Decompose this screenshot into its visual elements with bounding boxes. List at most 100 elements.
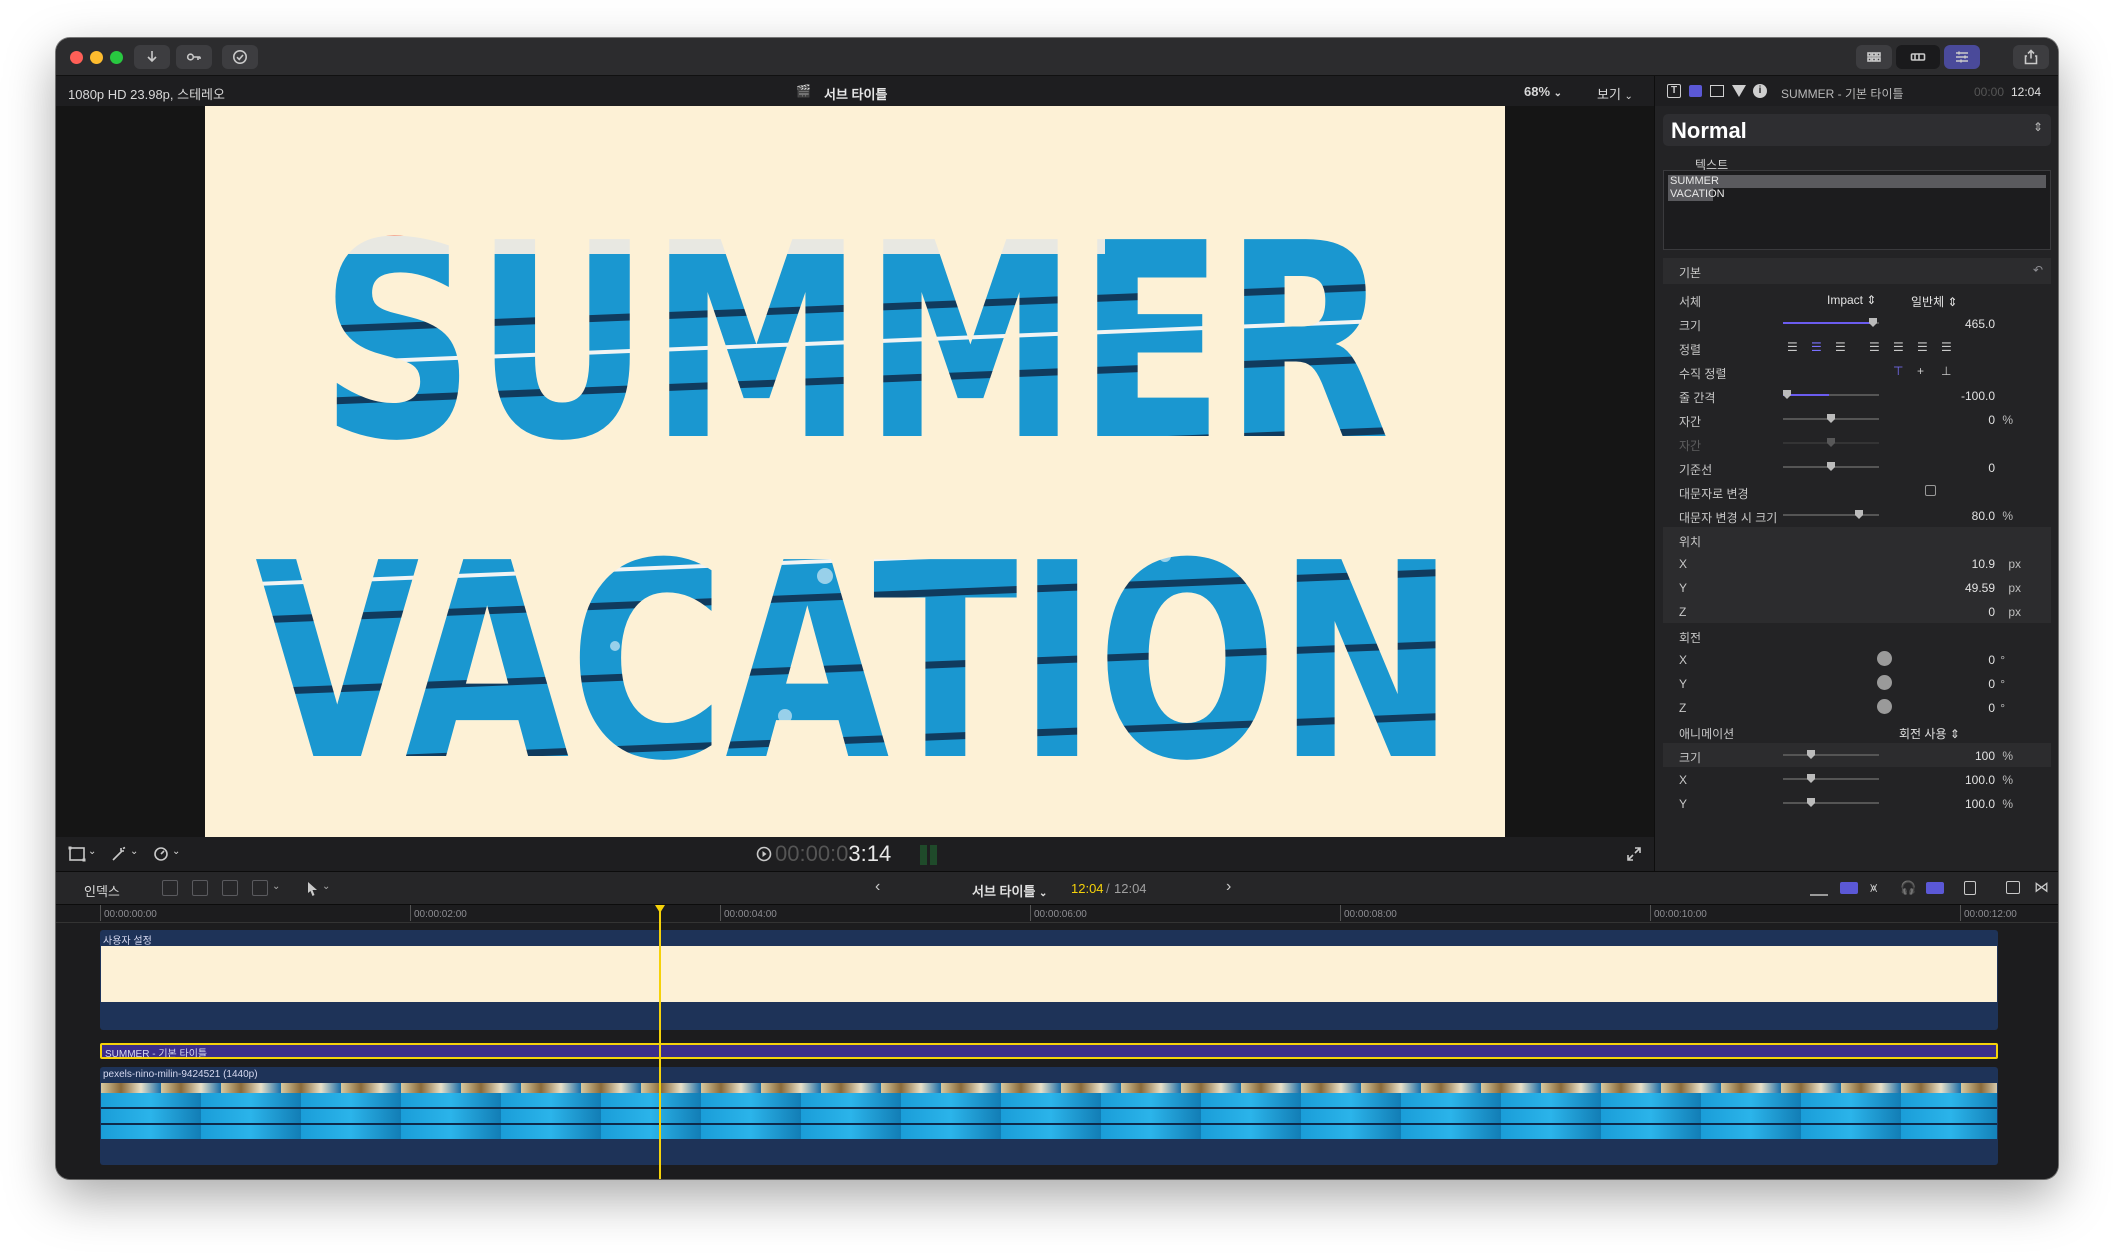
scale-slider[interactable]	[1783, 750, 1879, 759]
scale-value[interactable]: 100	[1975, 749, 1995, 763]
keywords-button[interactable]	[176, 45, 212, 69]
share-button[interactable]	[2013, 45, 2049, 69]
rotation-x-value[interactable]: 0	[1988, 653, 1995, 667]
snapping-icon[interactable]	[1840, 882, 1858, 894]
chevron-down-icon[interactable]: ⌄	[322, 881, 330, 892]
timeline[interactable]: 00:00:00:00 00:00:02:00 00:00:04:00 00:00:0…	[56, 905, 2058, 1179]
timecode-display[interactable]: 00:00:0 3:14	[756, 841, 891, 867]
timeline-ruler[interactable]: 00:00:00:00 00:00:02:00 00:00:04:00 00:00:0…	[56, 905, 2058, 923]
rotation-z-label: Z	[1679, 701, 1687, 715]
project-name-menu[interactable]: 서브 타이틀 ⌄	[972, 881, 1047, 900]
basic-section-header[interactable]: 기본 ↶	[1663, 258, 2051, 284]
position-z-value[interactable]: 0	[1988, 605, 1995, 619]
title-clip[interactable]: SUMMER - 기본 타이틀	[100, 1043, 1998, 1059]
position-y-value[interactable]: 49.59	[1965, 581, 1995, 595]
video-clip[interactable]: pexels-nino-milin-9424521 (1440p)	[100, 1067, 1998, 1165]
tracking-slider[interactable]	[1783, 414, 1879, 423]
rotation-label: 회전	[1679, 631, 1702, 645]
solo-icon[interactable]	[1926, 882, 1944, 894]
rotation-y-dial-icon[interactable]	[1877, 675, 1892, 690]
scale-x-slider[interactable]	[1783, 774, 1879, 783]
font-style-popup[interactable]: 일반체 ⇕	[1911, 293, 1958, 310]
title-inspector-icon[interactable]	[1689, 85, 1702, 97]
fullscreen-icon[interactable]	[1626, 846, 1642, 862]
zoom-window-button[interactable]	[110, 51, 123, 64]
ruler-tick-mark	[1030, 905, 1031, 921]
custom-clip[interactable]: 사용자 설정	[100, 930, 1998, 1030]
chevron-down-icon[interactable]: ⌄	[88, 846, 96, 857]
browser-toggle-button[interactable]	[1856, 45, 1892, 69]
tracking-value[interactable]: 0	[1988, 413, 1995, 427]
viewer[interactable]: SUMMER VACATION	[56, 106, 1654, 837]
audio-skimming-icon[interactable]: ⩙	[1870, 880, 1877, 896]
scale-x-value[interactable]: 100.0	[1965, 773, 1995, 787]
video-inspector-icon[interactable]	[1710, 85, 1724, 97]
close-window-button[interactable]	[70, 51, 83, 64]
align-center-icon[interactable]: ☰	[1811, 340, 1822, 354]
align-right-icon[interactable]: ☰	[1835, 340, 1846, 354]
size-slider[interactable]	[1783, 318, 1879, 327]
reset-icon[interactable]: ↶	[2033, 263, 2043, 277]
size-value[interactable]: 465.0	[1965, 317, 1995, 331]
baseline-slider[interactable]	[1783, 462, 1879, 471]
chevron-down-icon[interactable]: ⌄	[272, 881, 280, 892]
info-icon[interactable]: i	[1753, 84, 1767, 98]
effects-browser-icon[interactable]	[2006, 881, 2020, 894]
scale-y-slider[interactable]	[1783, 798, 1879, 807]
arrow-pointer-icon[interactable]	[306, 881, 320, 897]
all-caps-size-slider[interactable]	[1783, 510, 1879, 519]
ruler-tick-mark	[1340, 905, 1341, 921]
valign-top-icon[interactable]: ⊤	[1893, 364, 1903, 378]
valign-middle-icon[interactable]: +	[1917, 364, 1924, 378]
speed-gauge-icon[interactable]	[152, 846, 170, 862]
inspector-toggle-button[interactable]	[1944, 45, 1980, 69]
transitions-browser-icon[interactable]: ⋈	[2034, 878, 2049, 896]
headphones-icon[interactable]: 🎧	[1900, 880, 1916, 896]
playhead[interactable]	[659, 905, 661, 1179]
video-canvas[interactable]: SUMMER VACATION	[205, 106, 1505, 837]
transform-icon[interactable]	[68, 846, 86, 862]
insert-clip-icon[interactable]	[192, 880, 208, 896]
all-caps-checkbox[interactable]	[1925, 485, 1936, 496]
timeline-toggle-button[interactable]	[1896, 45, 1940, 69]
color-inspector-icon[interactable]	[1732, 85, 1746, 97]
align-left-icon[interactable]: ☰	[1787, 340, 1798, 354]
justify-full-icon[interactable]: ☰	[1941, 340, 1952, 354]
text-inspector-icon[interactable]: T	[1667, 84, 1681, 98]
clip-appearance-icon[interactable]	[1964, 881, 1976, 895]
preset-selector[interactable]: Normal ⇕	[1663, 114, 2051, 146]
chevron-down-icon[interactable]: ⌄	[130, 846, 138, 857]
animation-popup[interactable]: 회전 사용 ⇕	[1899, 725, 1960, 742]
all-caps-size-value[interactable]: 80.0	[1972, 509, 1995, 523]
font-label: 서체	[1679, 295, 1702, 309]
valign-bottom-icon[interactable]: ⊥	[1941, 364, 1951, 378]
line-spacing-slider[interactable]	[1783, 390, 1879, 399]
connect-clip-icon[interactable]	[162, 880, 178, 896]
justify-left-icon[interactable]: ☰	[1869, 340, 1880, 354]
line-spacing-value[interactable]: -100.0	[1961, 389, 1995, 403]
skimming-icon[interactable]	[1810, 880, 1828, 896]
position-x-value[interactable]: 10.9	[1972, 557, 1995, 571]
chevron-down-icon[interactable]: ⌄	[172, 846, 180, 857]
forward-arrow-icon[interactable]: ›	[1226, 878, 1231, 896]
rotation-y-value[interactable]: 0	[1988, 677, 1995, 691]
baseline-value[interactable]: 0	[1988, 461, 1995, 475]
scale-y-value[interactable]: 100.0	[1965, 797, 1995, 811]
zoom-menu[interactable]: 68% ⌄	[1524, 84, 1562, 99]
justify-center-icon[interactable]: ☰	[1893, 340, 1904, 354]
background-tasks-button[interactable]	[222, 45, 258, 69]
font-family-popup[interactable]: Impact ⇕	[1827, 293, 1876, 307]
minimize-window-button[interactable]	[90, 51, 103, 64]
index-button[interactable]: 인덱스	[84, 881, 120, 900]
rotation-x-dial-icon[interactable]	[1877, 651, 1892, 666]
rotation-z-value[interactable]: 0	[1988, 701, 1995, 715]
text-entry-field[interactable]: SUMMER VACATION	[1663, 170, 2051, 250]
justify-right-icon[interactable]: ☰	[1917, 340, 1928, 354]
view-menu[interactable]: 보기 ⌄	[1597, 84, 1633, 103]
import-button[interactable]	[134, 45, 170, 69]
back-arrow-icon[interactable]: ‹	[875, 878, 880, 896]
append-clip-icon[interactable]	[222, 880, 238, 896]
overwrite-clip-icon[interactable]	[252, 880, 268, 896]
enhance-wand-icon[interactable]	[110, 846, 128, 862]
rotation-z-dial-icon[interactable]	[1877, 699, 1892, 714]
